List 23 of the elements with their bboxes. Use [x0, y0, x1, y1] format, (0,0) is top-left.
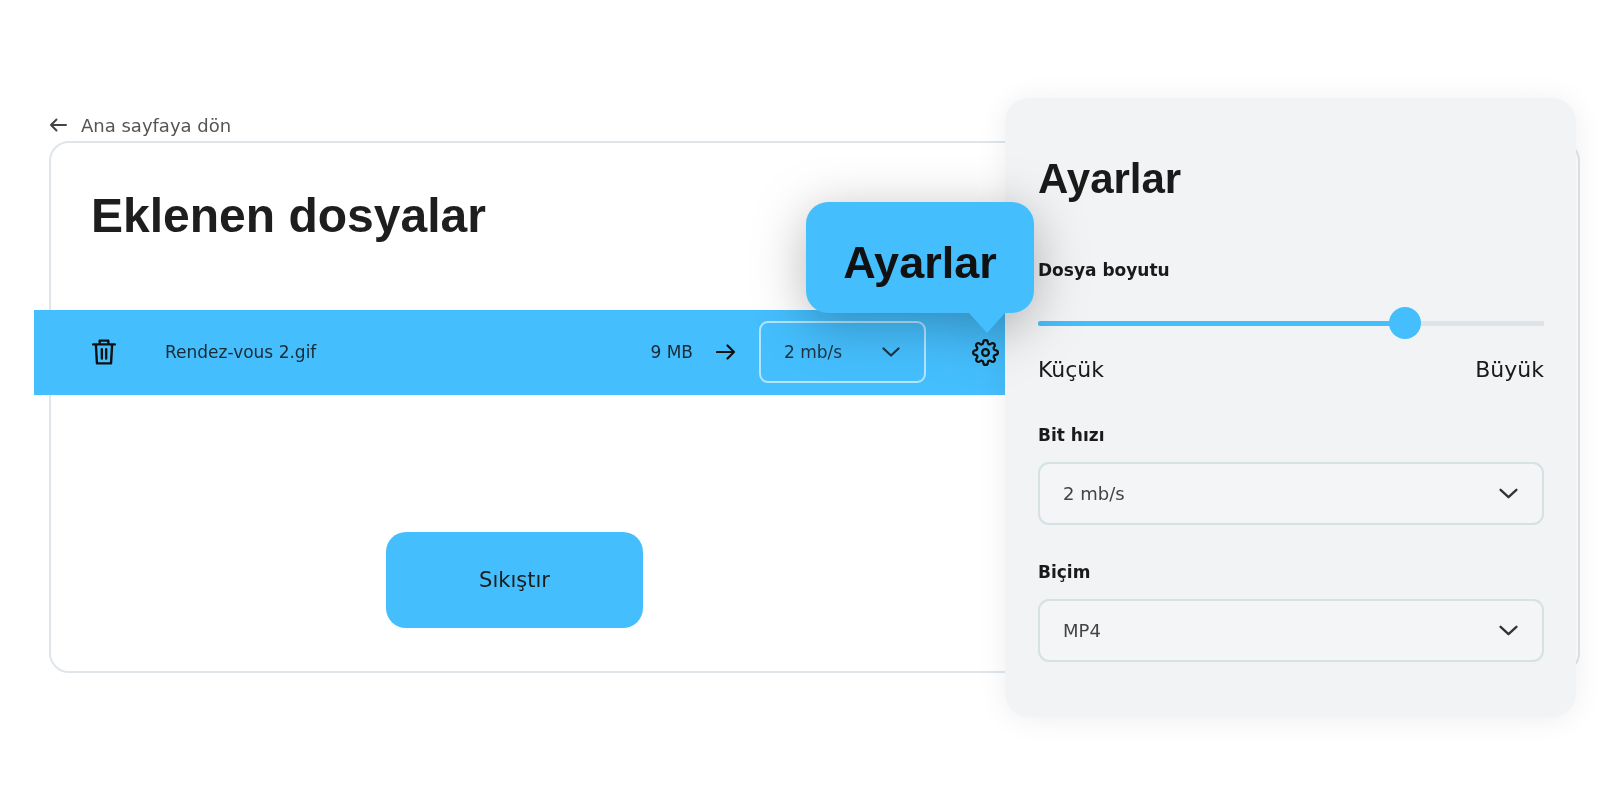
bitrate-label: Bit hızı — [1038, 425, 1105, 445]
back-arrow-icon — [49, 118, 67, 132]
format-label: Biçim — [1038, 562, 1091, 582]
chevron-down-icon — [882, 347, 900, 358]
slider-thumb[interactable] — [1388, 307, 1421, 339]
file-name: Rendez-vous 2.gif — [165, 342, 318, 363]
files-title: Eklenen dosyalar — [91, 188, 486, 244]
bitrate-select[interactable]: 2 mb/s — [1038, 462, 1544, 525]
slider-max-label: Büyük — [1475, 357, 1544, 383]
compress-button[interactable]: Sıkıştır — [386, 531, 643, 628]
file-row[interactable]: Rendez-vous 2.gif 9 MB 2 mb/s — [34, 309, 1005, 395]
format-select[interactable]: MP4 — [1038, 599, 1544, 662]
right-arrow-icon — [716, 344, 736, 361]
file-size-label: Dosya boyutu — [1038, 260, 1170, 280]
chevron-down-icon — [1499, 488, 1518, 499]
trash-icon[interactable] — [92, 339, 116, 366]
back-link[interactable]: Ana sayfaya dön — [49, 113, 232, 137]
slider-min-label: Küçük — [1038, 357, 1105, 383]
chevron-down-icon — [1499, 625, 1518, 636]
file-size: 9 MB — [650, 342, 693, 363]
bitrate-dropdown[interactable]: 2 mb/s — [759, 321, 926, 384]
settings-title: Ayarlar — [1038, 154, 1182, 204]
settings-icon[interactable] — [972, 338, 999, 366]
